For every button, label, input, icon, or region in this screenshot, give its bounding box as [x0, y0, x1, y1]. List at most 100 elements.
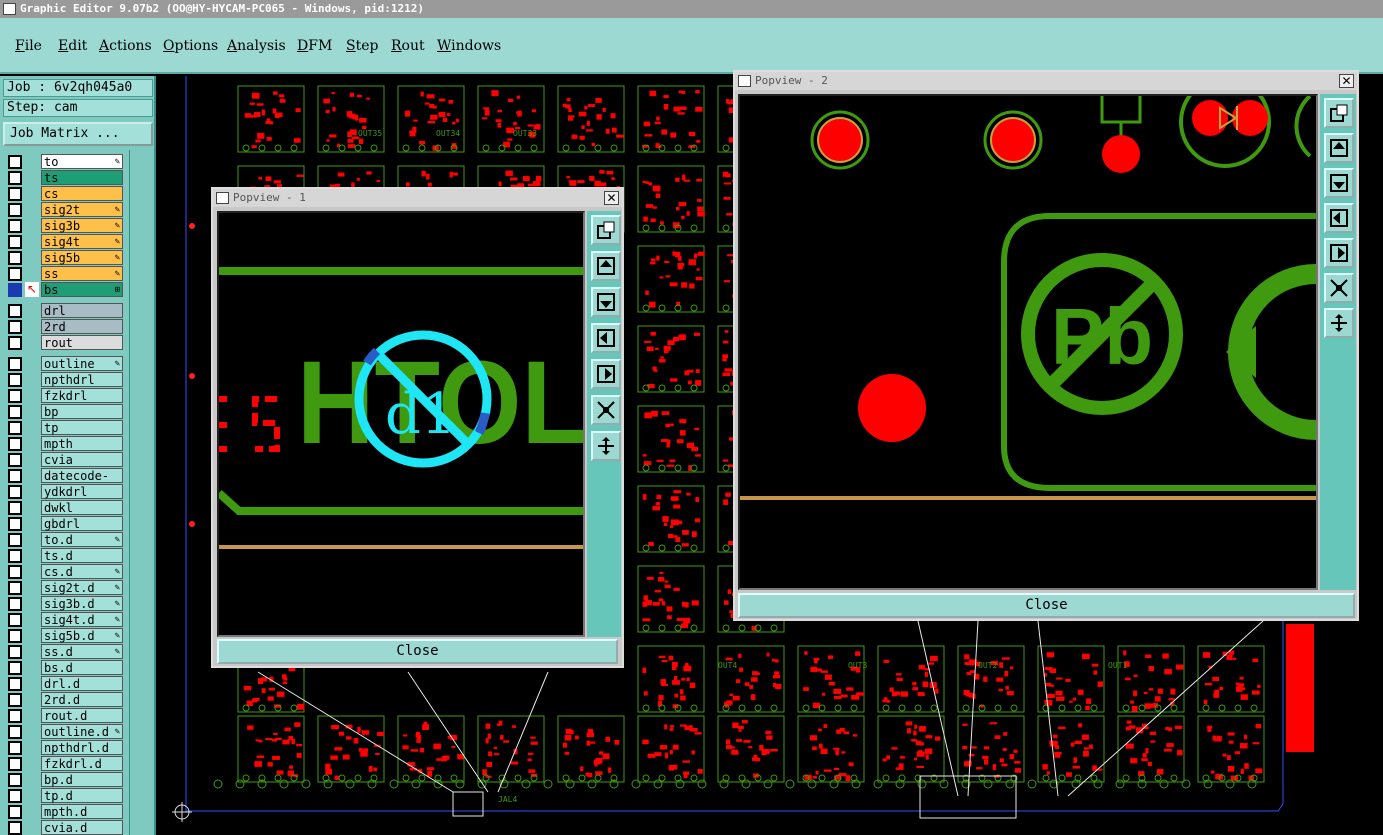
layer-row[interactable]: sig4t ✎ [4, 234, 126, 249]
layer-row[interactable]: sig3b ✎ [4, 218, 126, 233]
layer-checkbox[interactable] [8, 336, 22, 350]
zoom-in-icon[interactable] [591, 431, 621, 461]
layer-row[interactable]: ydkdrl [4, 484, 126, 499]
layer-checkbox[interactable] [8, 155, 22, 169]
layer-row[interactable]: outline.d ✎ [4, 724, 126, 739]
layer-row[interactable]: bp.d [4, 772, 126, 787]
popview-2-titlebar[interactable]: Popview - 2 [735, 72, 1357, 90]
layer-row[interactable]: rout.d [4, 708, 126, 723]
layer-row[interactable]: gbdrl [4, 516, 126, 531]
layer-checkbox[interactable] [8, 389, 22, 403]
layer-checkbox[interactable] [8, 629, 22, 643]
layer-row[interactable]: tp.d [4, 788, 126, 803]
menu-edit[interactable]: Edit [58, 38, 87, 54]
menu-analysis[interactable]: Analysis [227, 38, 286, 54]
layer-checkbox[interactable] [8, 549, 22, 563]
popview-1-view[interactable]: HTOL d1 [217, 211, 585, 637]
layer-checkbox[interactable] [8, 581, 22, 595]
layer-row[interactable]: rout [4, 335, 126, 350]
layer-checkbox[interactable] [8, 645, 22, 659]
layer-row[interactable]: sig2t.d ✎ [4, 580, 126, 595]
pan-left-icon[interactable] [1324, 203, 1354, 233]
layer-row[interactable]: sig4t.d ✎ [4, 612, 126, 627]
layer-checkbox[interactable] [8, 517, 22, 531]
layer-row[interactable]: mpth [4, 436, 126, 451]
layer-checkbox[interactable] [8, 805, 22, 819]
layer-checkbox[interactable] [8, 469, 22, 483]
zoom-in-icon[interactable] [1324, 308, 1354, 338]
menu-actions[interactable]: Actions [99, 38, 152, 54]
layer-checkbox[interactable] [8, 693, 22, 707]
layer-row[interactable]: mpth.d [4, 804, 126, 819]
layer-checkbox[interactable] [8, 357, 22, 371]
pan-down-icon[interactable] [591, 287, 621, 317]
layer-row[interactable]: cs [4, 186, 126, 201]
layer-row[interactable]: cvia.d [4, 820, 126, 835]
layer-row[interactable]: 2rd [4, 319, 126, 334]
layer-checkbox[interactable] [8, 789, 22, 803]
layer-checkbox[interactable] [8, 421, 22, 435]
layer-row[interactable]: sig5b ✎ [4, 250, 126, 265]
layer-row[interactable]: datecode-bs [4, 468, 126, 497]
pan-down-icon[interactable] [1324, 168, 1354, 198]
popview-2-close-button[interactable]: Close [738, 593, 1355, 618]
layer-checkbox[interactable] [8, 283, 22, 297]
layer-row[interactable]: fzkdrl.d [4, 756, 126, 771]
layer-row[interactable]: 2rd.d [4, 692, 126, 707]
zoom-out-icon[interactable] [1324, 273, 1354, 303]
layer-checkbox[interactable] [8, 304, 22, 318]
layer-row[interactable]: ss.d ✎ [4, 644, 126, 659]
layer-row[interactable]: drl.d [4, 676, 126, 691]
layer-row[interactable]: ↖ bs ⊞ [4, 282, 126, 297]
layer-checkbox[interactable] [8, 741, 22, 755]
layer-checkbox[interactable] [8, 757, 22, 771]
layer-row[interactable]: bp [4, 404, 126, 419]
layer-checkbox[interactable] [8, 405, 22, 419]
layer-checkbox[interactable] [8, 437, 22, 451]
layer-row[interactable]: fzkdrl [4, 388, 126, 403]
layer-checkbox[interactable] [8, 453, 22, 467]
zoom-window-icon[interactable] [1324, 98, 1354, 128]
layer-row[interactable]: cs.d ✎ [4, 564, 126, 579]
layer-checkbox[interactable] [8, 267, 22, 281]
layer-row[interactable]: drl [4, 303, 126, 318]
layer-row[interactable]: ts [4, 170, 126, 185]
layer-checkbox[interactable] [8, 661, 22, 675]
layer-checkbox[interactable] [8, 597, 22, 611]
layer-row[interactable]: tp [4, 420, 126, 435]
zoom-out-icon[interactable] [591, 395, 621, 425]
layer-checkbox[interactable] [8, 501, 22, 515]
zoom-window-icon[interactable] [591, 215, 621, 245]
menu-options[interactable]: Options [163, 38, 218, 54]
layer-row[interactable]: bs.d [4, 660, 126, 675]
menu-rout[interactable]: Rout [391, 38, 425, 54]
layer-row[interactable]: ss ✎ [4, 266, 126, 281]
pan-left-icon[interactable] [591, 323, 621, 353]
layer-row[interactable]: npthdrl.d [4, 740, 126, 755]
layer-checkbox[interactable] [8, 373, 22, 387]
layer-checkbox[interactable] [8, 565, 22, 579]
popview-1-close-button[interactable]: Close [217, 639, 618, 664]
layer-checkbox[interactable] [8, 709, 22, 723]
layer-list-scrollbar[interactable] [129, 150, 153, 835]
popview-2-close-icon[interactable]: ✕ [1339, 74, 1354, 88]
layer-checkbox[interactable] [8, 613, 22, 627]
layer-checkbox[interactable] [8, 251, 22, 265]
layer-row[interactable]: sig2t ✎ [4, 202, 126, 217]
layer-row[interactable]: ts.d [4, 548, 126, 563]
layer-checkbox[interactable] [8, 235, 22, 249]
layer-row[interactable]: cvia [4, 452, 126, 467]
layer-checkbox[interactable] [8, 203, 22, 217]
menu-dfm[interactable]: DFM [297, 38, 332, 54]
layer-checkbox[interactable] [8, 187, 22, 201]
popview-1-titlebar[interactable]: Popview - 1 [213, 189, 622, 207]
menu-file[interactable]: File [15, 38, 42, 54]
layer-checkbox[interactable] [8, 677, 22, 691]
layer-checkbox[interactable] [8, 485, 22, 499]
layer-row[interactable]: npthdrl [4, 372, 126, 387]
menu-windows[interactable]: Windows [437, 38, 501, 54]
pan-up-icon[interactable] [1324, 133, 1354, 163]
layer-row[interactable]: to ✎ [4, 154, 126, 169]
layer-checkbox[interactable] [8, 533, 22, 547]
pan-right-icon[interactable] [1324, 238, 1354, 268]
